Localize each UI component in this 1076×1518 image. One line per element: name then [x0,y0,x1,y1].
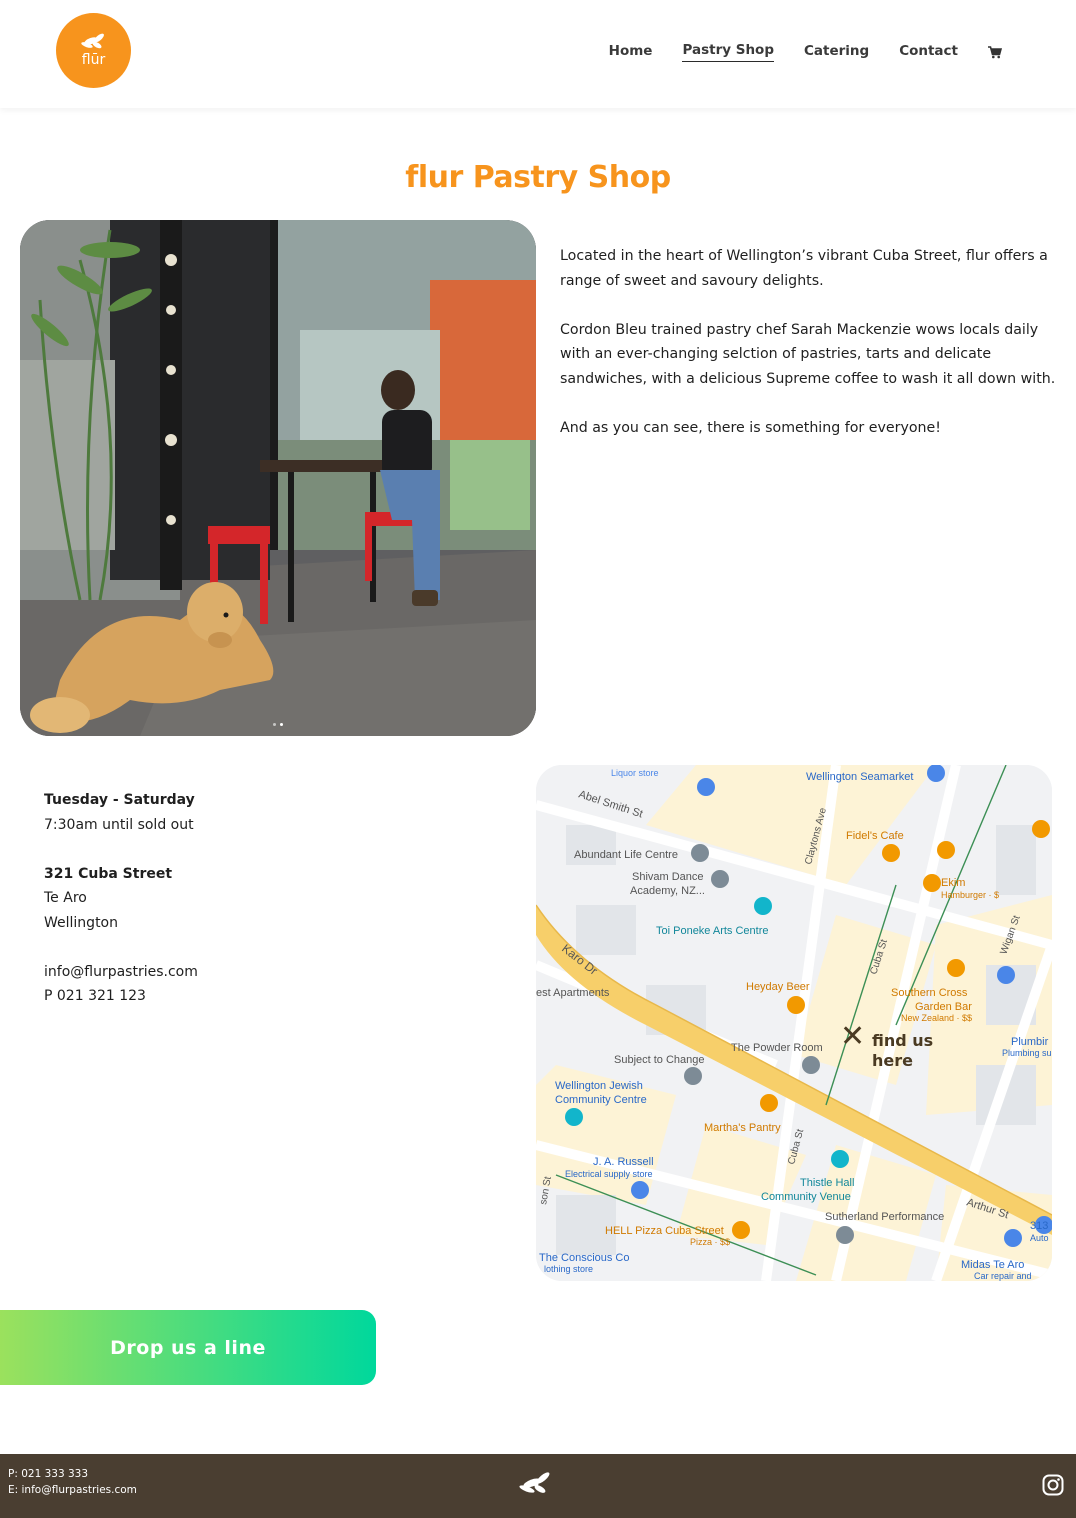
map-label-southern2: Garden Bar [915,1001,972,1013]
main-nav: Home Pastry Shop Catering Contact [579,42,1002,62]
map-label-hell: HELL Pizza Cuba Street [605,1225,724,1237]
carousel-dots [20,723,536,726]
find-us-line-2: here [872,1051,913,1070]
map-label-jewish1: Wellington Jewish [555,1080,643,1092]
map-label-plumbing1: Plumbir [1011,1036,1049,1048]
drop-us-a-line-button[interactable]: Drop us a line [0,1310,376,1385]
footer-flower-logo-icon[interactable] [516,1469,556,1499]
instagram-icon[interactable] [1042,1474,1064,1496]
map-label-ekim: Ekim [941,877,965,889]
address-suburb: Te Aro [44,890,87,906]
map-label-heyday: Heyday Beer [746,981,810,993]
map-label-marthas: Martha's Pantry [704,1122,781,1134]
shop-photo [20,220,536,736]
map-label-fidels: Fidel's Cafe [846,830,904,842]
flower-logo-icon [80,33,104,48]
email-link[interactable]: info@flurpastries.com [44,960,444,985]
map-label-seamarket: Wellington Seamarket [806,771,913,783]
map-label-russell2: Electrical supply store [565,1169,653,1179]
map-label-shivam1: Shivam Dance [632,871,704,883]
nav-catering[interactable]: Catering [804,43,869,62]
nav-contact[interactable]: Contact [899,43,958,62]
footer-contact: P: 021 333 333 E: info@flurpastries.com [8,1466,137,1498]
map-label-shivam2: Academy, NZ... [630,885,705,897]
location-map[interactable]: Liquor store Wellington Seamarket Abel S… [536,765,1052,1281]
map-label-southern1: Southern Cross [891,987,968,999]
find-us-label: find us here [872,1031,933,1071]
location-marker-icon: ✕ [840,1019,866,1054]
description-paragraph-2: Cordon Bleu trained pastry chef Sarah Ma… [560,321,1056,387]
map-label-subject: Subject to Change [614,1054,705,1066]
opening-days: Tuesday - Saturday [44,792,195,808]
map-label-russell1: J. A. Russell [593,1156,654,1168]
map-label-ekim-sub: Hamburger · $ [941,890,999,900]
phone-number: P 021 321 123 [44,988,146,1004]
nav-home[interactable]: Home [609,43,653,62]
footer-phone: P: 021 333 333 [8,1468,89,1480]
site-header: flūr Home Pastry Shop Catering Contact [0,0,1076,108]
logo[interactable]: flūr [56,13,131,88]
footer-email[interactable]: E: info@flurpastries.com [8,1482,137,1498]
carousel-dot-1[interactable] [273,723,276,726]
map-label-auto1: 313 [1030,1220,1048,1232]
map-label-powder: The Powder Room [731,1042,823,1054]
map-label-midas1: Midas Te Aro [961,1259,1024,1271]
map-label-plumbing2: Plumbing su [1002,1048,1052,1058]
map-label-conscious1: The Conscious Co [539,1252,630,1264]
shop-info: Tuesday - Saturday 7:30am until sold out… [44,788,444,1009]
map-label-toi: Toi Poneke Arts Centre [656,925,769,937]
opening-hours: 7:30am until sold out [44,816,194,833]
address-street: 321 Cuba Street [44,865,173,882]
map-label-apartments: est Apartments [536,987,610,999]
map-label-jewish2: Community Centre [555,1094,647,1106]
description-paragraph-3: And as you can see, there is something f… [560,419,941,436]
shop-description: Located in the heart of Wellington’s vib… [560,244,1060,465]
map-label-thistle1: Thistle Hall [800,1177,854,1189]
map-label-thistle2: Community Venue [761,1191,851,1203]
find-us-line-1: find us [872,1031,934,1050]
map-label-midas2: Car repair and [974,1271,1032,1281]
shop-photo-image [20,220,536,736]
map-label-abundant: Abundant Life Centre [574,849,678,861]
map-image: Liquor store Wellington Seamarket Abel S… [536,765,1052,1281]
map-label-southern-sub: New Zealand · $$ [901,1013,972,1023]
site-footer: P: 021 333 333 E: info@flurpastries.com [0,1454,1076,1518]
carousel-dot-2[interactable] [280,723,283,726]
address-city: Wellington [44,914,118,931]
map-label-liquor: Liquor store [611,768,659,778]
map-label-conscious2: lothing store [544,1264,593,1274]
cart-icon[interactable] [988,45,1002,59]
description-paragraph-1: Located in the heart of Wellington’s vib… [560,248,1048,289]
map-label-hell-sub: Pizza · $$ [690,1237,730,1247]
logo-text: flūr [81,51,106,68]
nav-pastry-shop[interactable]: Pastry Shop [682,42,774,62]
map-label-sutherland: Sutherland Performance [825,1211,944,1223]
map-label-auto2: Auto [1030,1233,1049,1243]
page-title: flur Pastry Shop [405,160,671,195]
